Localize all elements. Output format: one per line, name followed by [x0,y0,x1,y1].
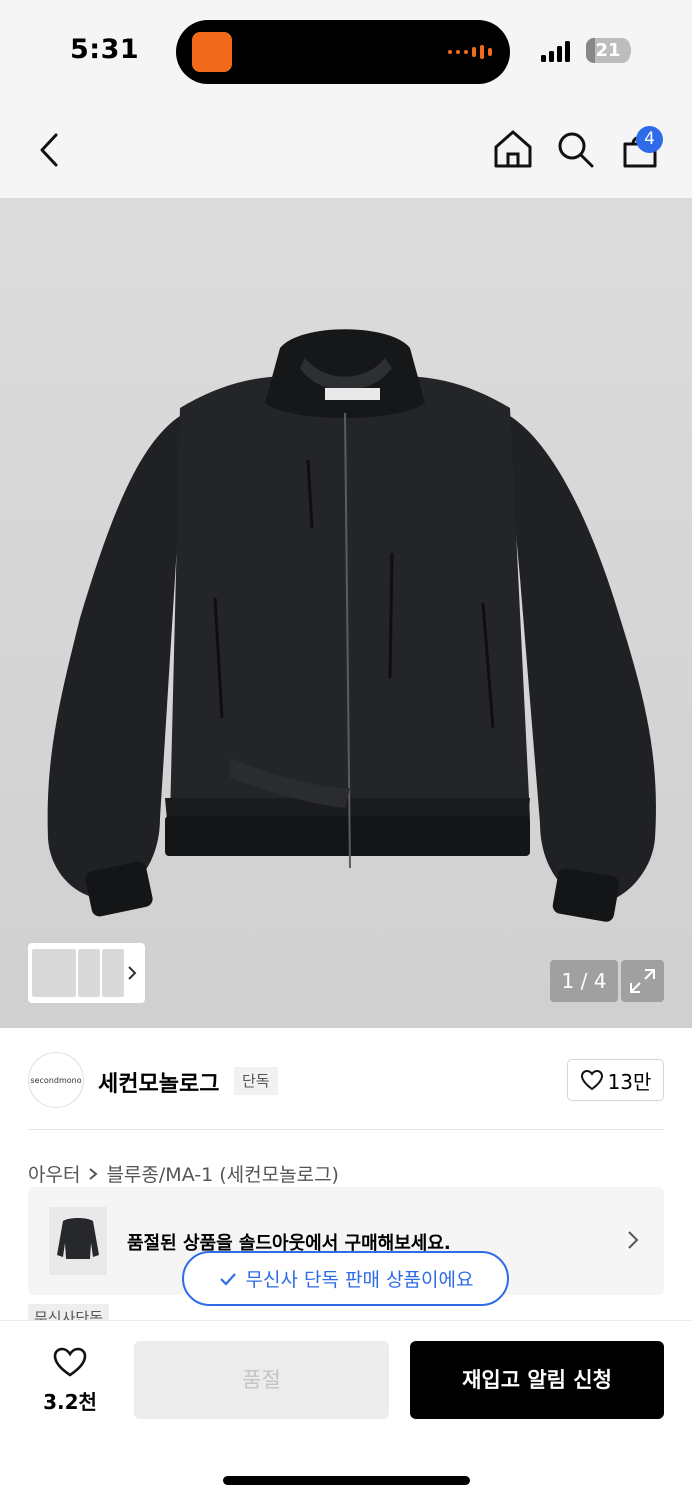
chevron-right-icon [128,966,137,980]
divider [28,1129,664,1130]
exclusive-pill[interactable]: 무신사 단독 판매 상품이에요 [182,1251,509,1306]
heart-icon [580,1069,603,1091]
breadcrumb: 아우터 블루종/MA-1 (세컨모놀로그) [28,1160,339,1187]
brand-name[interactable]: 세컨모놀로그 [98,1066,219,1098]
dynamic-island[interactable] [176,20,510,84]
thumbnail-strip[interactable] [28,943,145,1003]
music-app-icon [192,32,232,72]
heart-icon [53,1347,87,1377]
check-icon [219,1272,236,1286]
search-icon[interactable] [556,130,596,170]
thumbnail-3[interactable] [102,949,124,997]
home-icon[interactable] [492,128,534,170]
home-indicator[interactable] [223,1476,470,1485]
brand-like-button[interactable]: 13만 [567,1059,664,1101]
thumbnail-2[interactable] [78,949,100,997]
product-image[interactable] [0,198,692,1028]
exclusive-tag: 단독 [234,1067,278,1095]
breadcrumb-separator-icon [89,1167,99,1180]
back-chevron-icon[interactable] [36,131,64,169]
audio-wave-icon [448,45,492,59]
wish-count: 3.2천 [43,1390,97,1414]
wish-button[interactable]: 3.2천 [36,1346,104,1415]
breadcrumb-subcategory[interactable]: 블루종/MA-1 (세컨모놀로그) [106,1160,339,1187]
cellular-signal-icon [541,40,570,62]
battery-icon: 21 [586,38,630,63]
battery-cap [628,46,631,55]
thumbnail-1[interactable] [32,949,76,997]
brand-like-count: 13만 [607,1069,652,1094]
breadcrumb-category[interactable]: 아우터 [28,1160,80,1187]
jacket-thumbnail-icon [57,1218,99,1259]
status-time: 5:31 [70,34,140,65]
expand-button[interactable] [621,960,664,1002]
jacket-illustration [47,329,656,922]
exclusive-pill-text: 무신사 단독 판매 상품이에요 [245,1269,474,1291]
brand-logo[interactable]: secondmono [28,1052,84,1108]
expand-icon [630,969,655,993]
status-bar: 5:31 21 [0,0,692,100]
chevron-right-icon [628,1231,639,1249]
restock-alert-button[interactable]: 재입고 알림 신청 [410,1341,664,1419]
battery-level: 21 [595,40,621,61]
soldout-button[interactable]: 품절 [134,1341,389,1419]
cart-badge: 4 [636,126,663,153]
image-counter: 1 / 4 [550,960,618,1002]
soldout-thumbnail [49,1207,107,1275]
